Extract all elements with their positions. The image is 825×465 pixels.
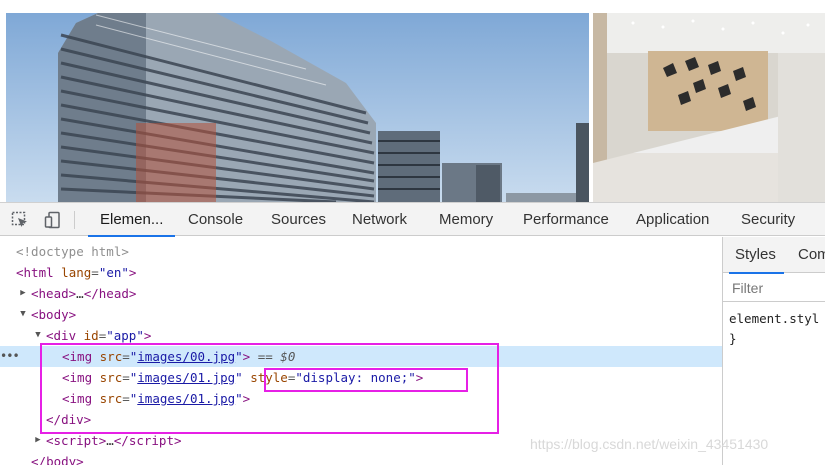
devtools-toolbar: Elemen... Console Sources Network Memory… bbox=[0, 203, 825, 237]
head-tag: head bbox=[38, 286, 69, 301]
selected-marker: == $0 bbox=[257, 349, 296, 364]
device-toolbar-icon[interactable] bbox=[42, 209, 64, 231]
dom-img-selected[interactable]: ••• <img src="images/00.jpg"> == $0 bbox=[0, 346, 722, 367]
page-preview bbox=[0, 0, 825, 202]
toolbar-divider bbox=[74, 211, 75, 229]
img-src-link[interactable]: images/01.jpg bbox=[137, 391, 235, 406]
collapse-triangle-icon[interactable]: ▼ bbox=[18, 304, 28, 325]
building-image bbox=[6, 13, 589, 202]
tab-security[interactable]: Security bbox=[741, 203, 795, 236]
expand-triangle-icon[interactable]: ▶ bbox=[33, 430, 43, 451]
dom-div-close[interactable]: </div> bbox=[0, 409, 722, 430]
div-attr-value: "app" bbox=[106, 328, 144, 343]
tab-styles[interactable]: Styles bbox=[729, 237, 784, 274]
expand-triangle-icon[interactable]: ▶ bbox=[18, 283, 28, 304]
dom-img-third[interactable]: <img src="images/01.jpg"> bbox=[0, 388, 722, 409]
element-style-selector: element.styl bbox=[729, 311, 820, 326]
html-attr-value: "en" bbox=[98, 265, 129, 280]
body-tag: body bbox=[38, 307, 69, 322]
img-src-link[interactable]: images/00.jpg bbox=[137, 349, 235, 364]
sidebar-tabs: Styles Com bbox=[723, 237, 825, 274]
dom-img-hidden[interactable]: <img src="images/01.jpg" style="display:… bbox=[0, 367, 722, 388]
img-tag: img bbox=[69, 349, 93, 364]
img-style-value: "display: none;" bbox=[295, 370, 416, 385]
doctype-text: <!doctype html> bbox=[16, 244, 129, 259]
collapse-triangle-icon[interactable]: ▼ bbox=[33, 325, 43, 346]
building-photo bbox=[6, 13, 589, 202]
tab-sources[interactable]: Sources bbox=[271, 203, 326, 236]
html-tag: html bbox=[23, 265, 54, 280]
script-tag: script bbox=[53, 433, 99, 448]
tab-elements[interactable]: Elemen... bbox=[87, 203, 176, 237]
script-close-tag: script bbox=[128, 433, 174, 448]
div-close-tag: div bbox=[61, 412, 84, 427]
head-close-tag: head bbox=[98, 286, 129, 301]
more-options-icon[interactable]: ••• bbox=[0, 346, 20, 367]
tab-application[interactable]: Application bbox=[636, 203, 709, 236]
script-ellipsis: … bbox=[106, 433, 114, 448]
img-src-attr: src bbox=[99, 349, 123, 364]
lobby-photo bbox=[593, 13, 825, 202]
img-src-attr: src bbox=[99, 391, 123, 406]
element-style-rule: element.styl } bbox=[729, 309, 819, 349]
styles-sidebar: Styles Com element.styl } bbox=[722, 237, 825, 465]
inspect-element-icon[interactable] bbox=[9, 209, 31, 231]
elements-tree: <!doctype html> <html lang="en"> ▶ <head… bbox=[0, 237, 722, 465]
img-tag: img bbox=[69, 370, 93, 385]
element-style-close-brace: } bbox=[729, 331, 737, 346]
img-tag: img bbox=[69, 391, 93, 406]
tab-memory[interactable]: Memory bbox=[439, 203, 493, 236]
div-attr-name: id bbox=[83, 328, 99, 343]
tab-performance[interactable]: Performance bbox=[523, 203, 609, 236]
img-src-attr: src bbox=[99, 370, 123, 385]
tab-console[interactable]: Console bbox=[188, 203, 243, 236]
div-tag: div bbox=[53, 328, 77, 343]
dom-body[interactable]: ▼ <body> bbox=[0, 304, 722, 325]
img-src-link[interactable]: images/01.jpg bbox=[137, 370, 235, 385]
dom-div-app[interactable]: ▼ <div id="app"> bbox=[0, 325, 722, 346]
body-close-tag: body bbox=[46, 454, 77, 465]
tab-computed[interactable]: Com bbox=[798, 237, 825, 273]
dom-doctype[interactable]: <!doctype html> bbox=[0, 241, 722, 262]
head-ellipsis: … bbox=[76, 286, 84, 301]
img-style-attr: style bbox=[250, 370, 288, 385]
styles-filter-input[interactable] bbox=[723, 274, 825, 302]
tab-network[interactable]: Network bbox=[352, 203, 407, 236]
dom-body-close[interactable]: </body> bbox=[0, 451, 722, 465]
lobby-image bbox=[593, 13, 825, 202]
watermark-text: https://blog.csdn.net/weixin_43451430 bbox=[530, 436, 769, 452]
dom-head[interactable]: ▶ <head>…</head> bbox=[0, 283, 722, 304]
devtools-panel: Elemen... Console Sources Network Memory… bbox=[0, 202, 825, 465]
dom-html[interactable]: <html lang="en"> bbox=[0, 262, 722, 283]
html-attr-name: lang bbox=[61, 265, 92, 280]
